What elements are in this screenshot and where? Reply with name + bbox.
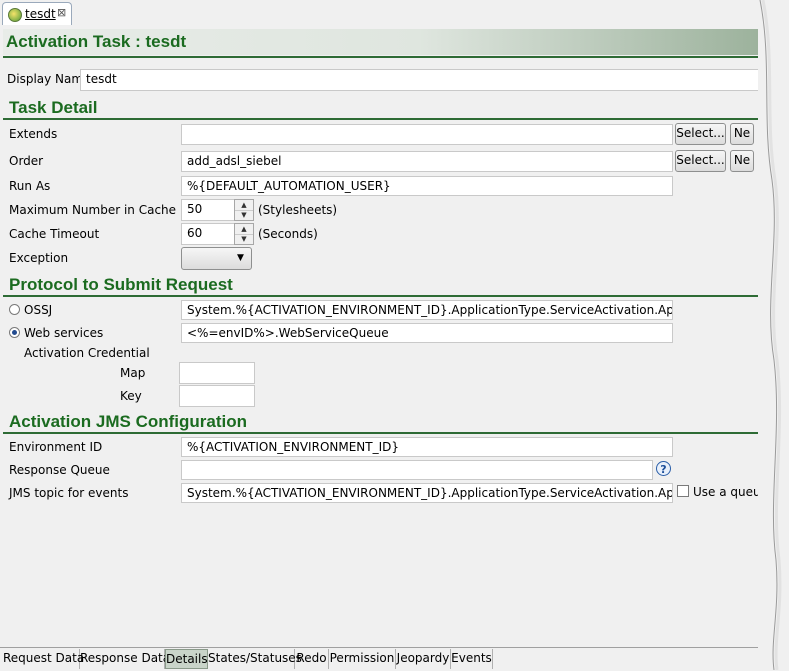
- order-field[interactable]: add_adsl_siebel: [181, 151, 673, 172]
- tab-states-statuses[interactable]: States/Statuses: [208, 649, 302, 669]
- bottom-tab-bar: Request Data Response Data Details State…: [0, 647, 760, 671]
- web-services-field[interactable]: <%=envID%>.WebServiceQueue: [181, 323, 673, 343]
- tab-permission[interactable]: Permission: [329, 649, 396, 669]
- jms-rule: [3, 432, 760, 434]
- max-cache-unit: (Stylesheets): [258, 203, 338, 217]
- environment-id-field[interactable]: %{ACTIVATION_ENVIRONMENT_ID}: [181, 437, 673, 457]
- extends-field[interactable]: [181, 124, 673, 145]
- max-cache-spinner[interactable]: ▲ ▼: [234, 199, 254, 221]
- spinner-down-icon[interactable]: ▼: [235, 210, 253, 220]
- tab-request-data[interactable]: Request Data: [3, 649, 84, 669]
- order-select-button[interactable]: Select...: [675, 150, 726, 172]
- title-bar: Activation Task : tesdt: [3, 29, 760, 55]
- tab-events[interactable]: Events: [451, 649, 493, 669]
- response-queue-field[interactable]: [181, 460, 653, 480]
- details-panel: Activation Task : tesdt Display Name tes…: [0, 25, 768, 647]
- spinner-down-icon[interactable]: ▼: [235, 234, 253, 244]
- task-detail-rule: [3, 118, 760, 120]
- use-queue-label: Use a queue: [693, 485, 768, 499]
- key-field[interactable]: [179, 385, 255, 407]
- protocol-rule: [3, 295, 760, 297]
- tab-jeopardy[interactable]: Jeopardy: [396, 649, 451, 669]
- tab-response-data[interactable]: Response Data: [80, 649, 170, 669]
- cache-timeout-spinner[interactable]: ▲ ▼: [234, 223, 254, 245]
- response-queue-label: Response Queue: [9, 463, 110, 477]
- cache-timeout-label: Cache Timeout: [9, 227, 100, 241]
- title-rule: [3, 56, 760, 58]
- protocol-heading: Protocol to Submit Request: [9, 275, 233, 294]
- display-name-label: Display Name: [7, 72, 91, 86]
- cache-timeout-input[interactable]: 60: [181, 223, 235, 245]
- help-icon[interactable]: ?: [656, 461, 671, 476]
- tab-redo[interactable]: Redo: [295, 649, 329, 669]
- web-services-label: Web services: [24, 326, 104, 340]
- max-cache-input[interactable]: 50: [181, 199, 235, 221]
- order-label: Order: [9, 154, 44, 168]
- display-name-field[interactable]: tesdt: [80, 69, 760, 91]
- map-label: Map: [120, 366, 146, 380]
- editor-tab-tesdt[interactable]: tesdt ⊠: [2, 2, 72, 26]
- ossj-field[interactable]: System.%{ACTIVATION_ENVIRONMENT_ID}.Appl…: [181, 300, 673, 320]
- order-new-button[interactable]: Ne: [730, 150, 754, 172]
- torn-edge-decoration: [758, 0, 782, 670]
- task-detail-heading: Task Detail: [9, 98, 98, 117]
- ossj-radio[interactable]: [9, 304, 20, 315]
- run-as-field[interactable]: %{DEFAULT_AUTOMATION_USER}: [181, 176, 673, 196]
- environment-id-label: Environment ID: [9, 440, 103, 454]
- extends-select-button[interactable]: Select...: [675, 123, 726, 145]
- extends-label: Extends: [9, 127, 58, 141]
- cache-timeout-unit: (Seconds): [258, 227, 318, 241]
- jms-heading: Activation JMS Configuration: [9, 412, 247, 431]
- exception-label: Exception: [9, 251, 69, 265]
- exception-dropdown[interactable]: ▼: [181, 247, 252, 270]
- key-label: Key: [120, 389, 142, 403]
- page-title: Activation Task : tesdt: [6, 32, 187, 51]
- close-icon[interactable]: ⊠: [57, 6, 66, 19]
- editor-tab-label: tesdt: [25, 7, 56, 21]
- ossj-label: OSSJ: [24, 303, 53, 317]
- jms-topic-label: JMS topic for events: [9, 486, 129, 500]
- map-field[interactable]: [179, 362, 255, 384]
- run-as-label: Run As: [9, 179, 51, 193]
- jms-topic-field[interactable]: System.%{ACTIVATION_ENVIRONMENT_ID}.Appl…: [181, 483, 673, 503]
- editor-tab-bar: tesdt ⊠: [0, 0, 760, 26]
- activation-credential-label: Activation Credential: [24, 346, 150, 360]
- use-queue-checkbox[interactable]: [677, 485, 689, 497]
- web-services-radio[interactable]: [9, 327, 20, 338]
- chevron-down-icon: ▼: [237, 253, 244, 263]
- extends-new-button[interactable]: Ne: [730, 123, 754, 145]
- max-cache-label: Maximum Number in Cache: [9, 203, 177, 217]
- task-icon: [8, 8, 22, 22]
- tab-details[interactable]: Details: [165, 649, 208, 669]
